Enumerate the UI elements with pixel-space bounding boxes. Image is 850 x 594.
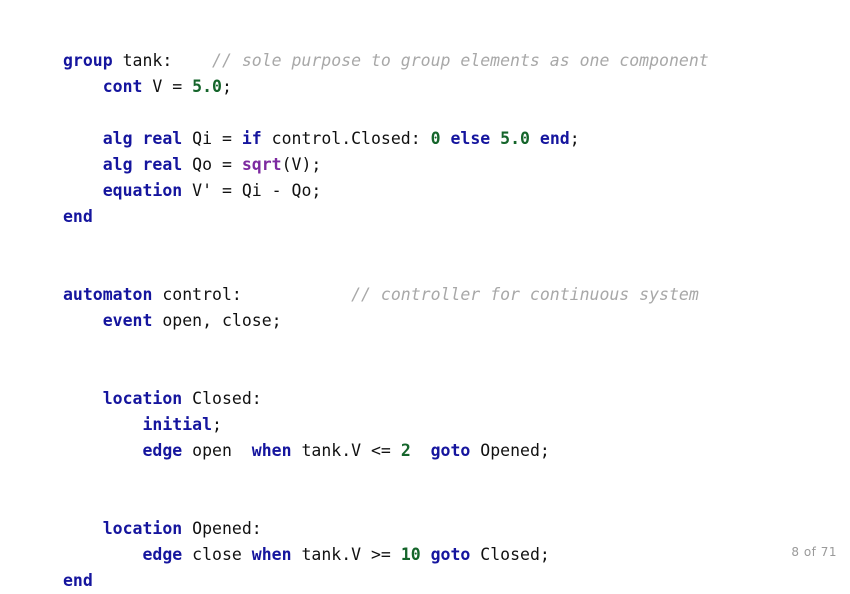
- code-token-num: 5.0: [500, 129, 530, 148]
- code-line: alg real Qi = if control.Closed: 0 else …: [63, 126, 709, 152]
- code-line: event open, close;: [63, 308, 709, 334]
- code-token-id: Qi =: [182, 129, 242, 148]
- code-token-kw: initial: [142, 415, 213, 434]
- code-line: automaton control: // controller for con…: [63, 282, 709, 308]
- code-token-id: control.Closed:: [261, 129, 431, 148]
- code-token-kw: edge: [142, 441, 183, 460]
- code-token-id: Closed:: [182, 389, 262, 408]
- code-token-op: -: [271, 181, 282, 200]
- code-token-num: 2: [400, 441, 411, 460]
- code-token-kw: equation: [102, 181, 183, 200]
- code-token-id: tank:: [112, 51, 173, 70]
- code-token-fn: sqrt: [241, 155, 282, 174]
- code-token-op: [172, 51, 212, 70]
- code-line: edge close when tank.V >= 10 goto Closed…: [63, 542, 709, 568]
- code-token-op: [63, 415, 142, 434]
- slide-canvas: group tank: // sole purpose to group ele…: [0, 0, 850, 590]
- code-line: edge open when tank.V <= 2 goto Opened;: [63, 438, 709, 464]
- code-token-kw: alg real: [102, 129, 183, 148]
- code-token-num: 0: [430, 129, 441, 148]
- code-token-id: [411, 441, 431, 460]
- code-token-id: tank.V <=: [291, 441, 401, 460]
- code-token-id: Opened:: [182, 519, 262, 538]
- code-token-id: open, close;: [152, 311, 282, 330]
- code-token-op: [63, 311, 103, 330]
- code-token-id: [490, 129, 500, 148]
- code-token-id: [530, 129, 540, 148]
- code-token-id: close: [182, 545, 252, 564]
- code-token-kw: end: [63, 207, 93, 226]
- code-token-op: [63, 77, 103, 96]
- code-token-kw: goto: [430, 545, 471, 564]
- code-token-kw: cont: [102, 77, 143, 96]
- code-line: end: [63, 204, 709, 230]
- code-token-op: [63, 519, 103, 538]
- code-token-op: [242, 285, 351, 304]
- code-token-kw: when: [251, 441, 292, 460]
- code-token-kw: automaton: [63, 285, 153, 304]
- code-token-id: open: [182, 441, 252, 460]
- code-line: alg real Qo = sqrt(V);: [63, 152, 709, 178]
- code-token-num: 10: [400, 545, 421, 564]
- code-line: location Opened:: [63, 516, 709, 542]
- code-token-op: [63, 155, 103, 174]
- code-listing: group tank: // sole purpose to group ele…: [63, 48, 709, 594]
- code-token-id: Closed;: [470, 545, 550, 564]
- code-token-cmt: // controller for continuous system: [351, 285, 699, 304]
- code-line: end: [63, 568, 709, 594]
- code-token-id: V =: [142, 77, 193, 96]
- code-token-kw: location: [102, 389, 183, 408]
- code-token-id: ;: [212, 415, 222, 434]
- code-token-id: (V);: [281, 155, 322, 174]
- code-line: equation V' = Qi - Qo;: [63, 178, 709, 204]
- code-token-cmt: // sole purpose to group elements as one…: [212, 51, 709, 70]
- code-token-id: Qo =: [182, 155, 242, 174]
- code-token-num: 5.0: [192, 77, 222, 96]
- code-token-id: ;: [221, 77, 232, 96]
- code-token-id: ;: [569, 129, 580, 148]
- code-token-id: [441, 129, 451, 148]
- code-line: initial;: [63, 412, 709, 438]
- code-line: location Closed:: [63, 386, 709, 412]
- code-token-op: [63, 129, 103, 148]
- page-number: 8 of 71: [791, 545, 837, 559]
- code-token-kw: group: [63, 51, 113, 70]
- code-token-kw: else: [450, 129, 491, 148]
- code-token-kw: when: [251, 545, 292, 564]
- code-token-op: [63, 545, 142, 564]
- code-token-id: control:: [152, 285, 242, 304]
- code-token-kw: goto: [430, 441, 471, 460]
- code-token-id: V' = Qi: [182, 181, 272, 200]
- code-token-op: [63, 389, 103, 408]
- code-token-kw: alg real: [102, 155, 183, 174]
- code-token-id: Qo;: [281, 181, 322, 200]
- code-token-kw: event: [102, 311, 153, 330]
- code-token-kw: edge: [142, 545, 183, 564]
- code-line: cont V = 5.0;: [63, 74, 709, 100]
- code-token-kw: location: [102, 519, 183, 538]
- code-token-op: [63, 181, 103, 200]
- code-token-kw: end: [63, 571, 93, 590]
- code-token-id: Opened;: [470, 441, 550, 460]
- code-token-id: tank.V >=: [291, 545, 401, 564]
- code-token-kw: end: [539, 129, 570, 148]
- code-token-kw: if: [241, 129, 262, 148]
- code-token-id: [421, 545, 431, 564]
- code-token-op: [63, 441, 142, 460]
- code-line: group tank: // sole purpose to group ele…: [63, 48, 709, 74]
